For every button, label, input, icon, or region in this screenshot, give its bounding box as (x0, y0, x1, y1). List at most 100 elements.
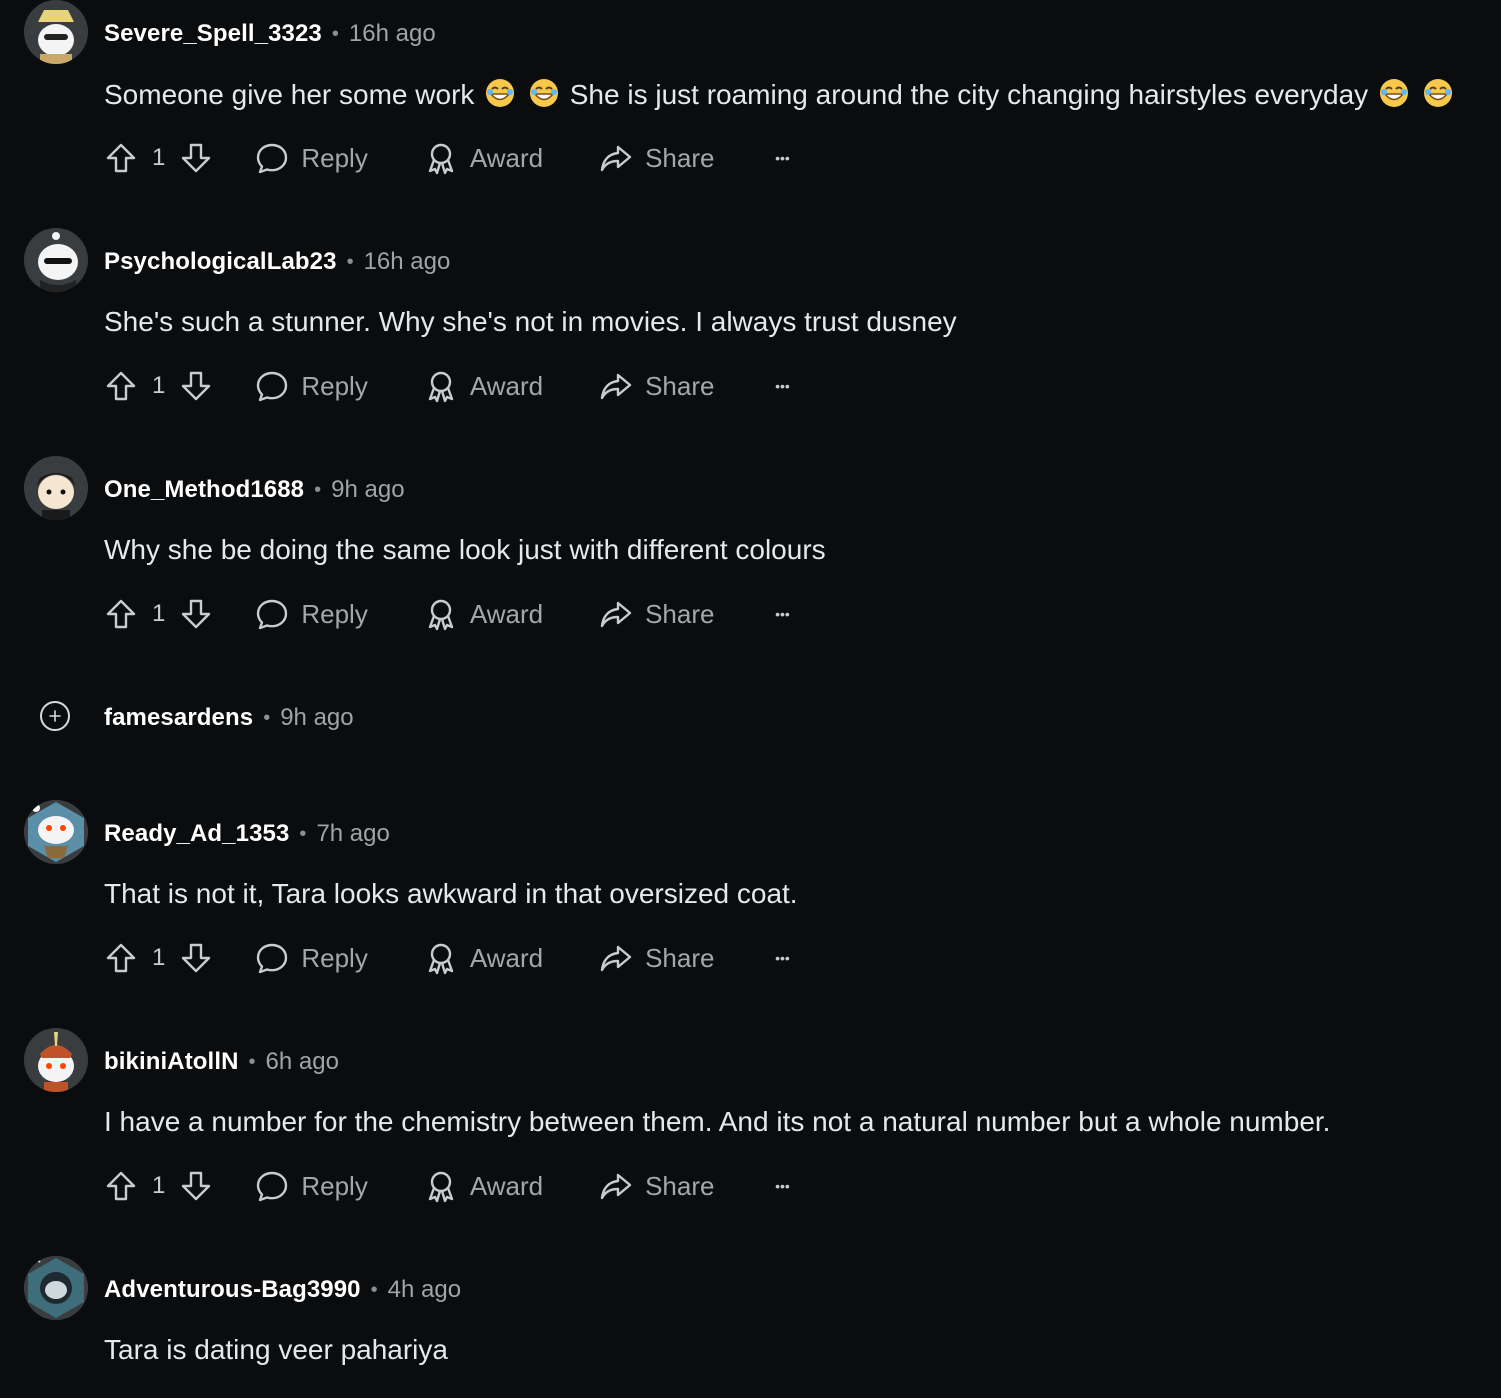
upvote-button[interactable] (104, 941, 138, 975)
avatar[interactable] (24, 1028, 88, 1092)
reply-button[interactable]: Reply (255, 369, 368, 403)
separator-dot: • (314, 478, 322, 501)
award-label: Award (469, 1170, 544, 1201)
share-arrow-icon (600, 601, 632, 628)
avatar-image (24, 800, 88, 864)
ellipsis-icon: ••• (775, 150, 790, 166)
share-button[interactable]: Share (599, 141, 714, 175)
comment-text: Why she be doing the same look just with… (104, 534, 826, 565)
username[interactable]: Ready_Ad_1353 (104, 820, 289, 848)
reply-button[interactable]: Reply (255, 1169, 368, 1203)
avatar[interactable] (24, 228, 88, 292)
plus-icon (49, 710, 61, 722)
avatar[interactable] (24, 456, 88, 520)
comment-actions: 1 Reply Award Share ••• (104, 364, 794, 408)
timestamp[interactable]: 16h ago (349, 20, 436, 48)
username[interactable]: Severe_Spell_3323 (104, 20, 322, 48)
share-button[interactable]: Share (599, 1169, 714, 1203)
award-ribbon-icon (428, 943, 454, 975)
expand-comment-button[interactable] (40, 701, 70, 731)
award-label: Award (469, 942, 544, 973)
award-button[interactable]: Award (424, 1169, 543, 1203)
comment-header: Adventurous-Bag3990 • 4h ago (104, 1270, 461, 1310)
comment-header: PsychologicalLab23 • 16h ago (104, 242, 450, 282)
timestamp[interactable]: 6h ago (266, 1048, 339, 1076)
share-button[interactable]: Share (599, 597, 714, 631)
downvote-button[interactable] (179, 141, 213, 175)
downvote-button[interactable] (179, 941, 213, 975)
laughing-emoji-icon (486, 79, 515, 107)
share-arrow-icon (600, 1173, 632, 1200)
reply-button[interactable]: Reply (255, 941, 368, 975)
award-label: Award (469, 598, 544, 629)
avatar[interactable] (24, 0, 88, 64)
comment-body: She's such a stunner. Why she's not in m… (104, 306, 957, 338)
separator-dot: • (263, 706, 271, 729)
upvote-arrow-icon (106, 943, 136, 973)
comment-text: She is just roaming around the city chan… (569, 79, 1369, 110)
share-button[interactable]: Share (599, 369, 714, 403)
comment-header: bikiniAtollN • 6h ago (104, 1042, 339, 1082)
award-button[interactable]: Award (424, 369, 543, 403)
more-options-button[interactable]: ••• (770, 378, 794, 394)
more-options-button[interactable]: ••• (770, 150, 794, 166)
username[interactable]: bikiniAtollN (104, 1048, 239, 1076)
reply-label: Reply (301, 1170, 368, 1201)
comment-text: I have a number for the chemistry betwee… (104, 1106, 1331, 1137)
upvote-button[interactable] (104, 1169, 138, 1203)
more-options-button[interactable]: ••• (770, 606, 794, 622)
downvote-button[interactable] (179, 597, 213, 631)
laughing-emoji-icon (1423, 79, 1452, 107)
comment-header: One_Method1688 • 9h ago (104, 470, 405, 510)
ellipsis-icon: ••• (775, 606, 790, 622)
downvote-button[interactable] (179, 369, 213, 403)
award-label: Award (469, 370, 544, 401)
downvote-arrow-icon (182, 1171, 211, 1201)
separator-dot: • (370, 1278, 378, 1301)
downvote-arrow-icon (182, 943, 211, 973)
reply-button[interactable]: Reply (255, 597, 368, 631)
avatar[interactable] (24, 1256, 88, 1320)
vote-count: 1 (152, 600, 166, 627)
comment-body: Tara is dating veer pahariya (104, 1334, 448, 1366)
vote-count: 1 (152, 1172, 166, 1199)
more-options-button[interactable]: ••• (770, 1178, 794, 1194)
award-ribbon-icon (428, 599, 454, 631)
username[interactable]: PsychologicalLab23 (104, 248, 337, 276)
username[interactable]: famesardens (104, 704, 253, 732)
share-button[interactable]: Share (599, 941, 714, 975)
reply-button[interactable]: Reply (255, 141, 368, 175)
award-button[interactable]: Award (424, 941, 543, 975)
avatar-image (24, 456, 88, 520)
speech-bubble-icon (257, 371, 288, 402)
award-button[interactable]: Award (424, 141, 543, 175)
username[interactable]: One_Method1688 (104, 476, 304, 504)
downvote-arrow-icon (182, 143, 211, 173)
reply-label: Reply (301, 370, 368, 401)
separator-dot: • (346, 250, 354, 273)
upvote-button[interactable] (104, 369, 138, 403)
award-button[interactable]: Award (424, 597, 543, 631)
upvote-button[interactable] (104, 597, 138, 631)
timestamp[interactable]: 9h ago (331, 476, 404, 504)
ellipsis-icon: ••• (775, 378, 790, 394)
downvote-arrow-icon (182, 371, 211, 401)
comment-text: She's such a stunner. Why she's not in m… (104, 306, 957, 337)
avatar[interactable] (24, 800, 88, 864)
laughing-emoji-icon (529, 79, 558, 107)
share-label: Share (645, 598, 715, 629)
avatar-image (24, 1028, 88, 1092)
timestamp[interactable]: 9h ago (280, 704, 353, 732)
comment-body: That is not it, Tara looks awkward in th… (104, 878, 798, 910)
username[interactable]: Adventurous-Bag3990 (104, 1276, 361, 1304)
comment-actions: 1 Reply Award Share ••• (104, 936, 794, 980)
more-options-button[interactable]: ••• (770, 950, 794, 966)
timestamp[interactable]: 4h ago (388, 1276, 461, 1304)
downvote-arrow-icon (182, 599, 211, 629)
share-arrow-icon (600, 373, 632, 400)
laughing-emoji-icon (1379, 79, 1408, 107)
upvote-button[interactable] (104, 141, 138, 175)
timestamp[interactable]: 7h ago (316, 820, 389, 848)
downvote-button[interactable] (179, 1169, 213, 1203)
timestamp[interactable]: 16h ago (364, 248, 451, 276)
